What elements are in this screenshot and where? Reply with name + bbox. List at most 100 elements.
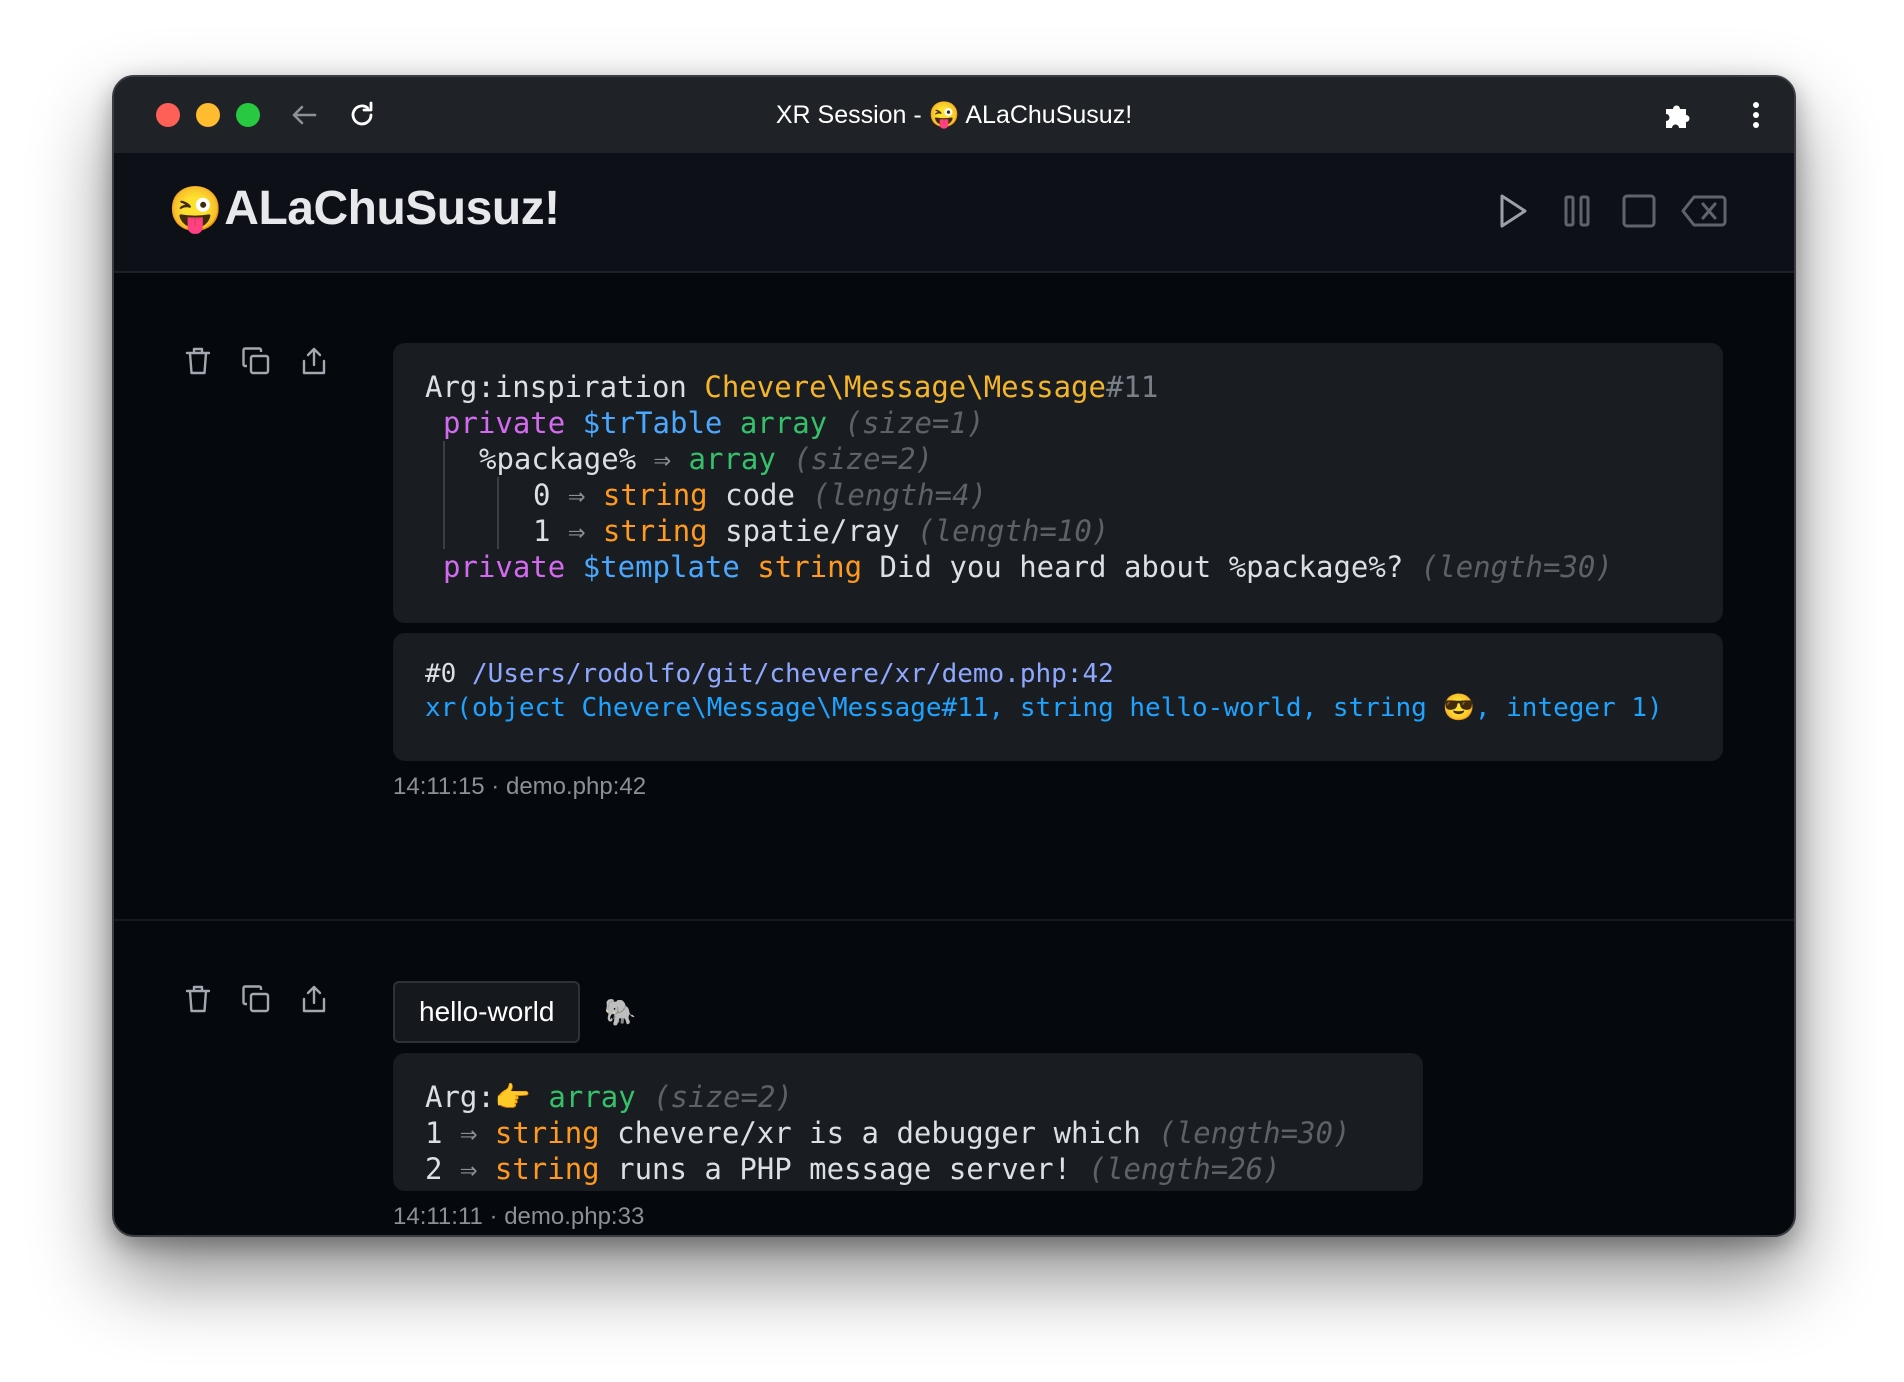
object-id: #11 — [1105, 370, 1159, 404]
meta-info: (length=30) — [1420, 550, 1613, 584]
topic-tag[interactable]: hello-world — [393, 981, 581, 1043]
dump-panel: Arg:inspiration Chevere\Message\Message#… — [393, 343, 1723, 623]
dump-line: 1 ⇒ string spatie/ray (length=10) — [425, 513, 1723, 549]
indent-guide — [497, 513, 499, 549]
dump-line: Arg:inspiration Chevere\Message\Message#… — [425, 369, 1723, 405]
class-name: Chevere\Message\Message — [704, 370, 1106, 404]
entry-actions — [180, 343, 332, 379]
trace-call-line: xr(object Chevere\Message\Message#11, st… — [425, 693, 1663, 723]
entry-meta: 14:11:11 · demo.php:33 — [393, 1203, 645, 1230]
title-bar: XR Session - 😜 ALaChuSusuz! — [114, 77, 1794, 153]
type-name: string — [494, 1152, 600, 1186]
indent-guide — [443, 513, 445, 549]
copy-icon — [242, 347, 270, 375]
clear-button[interactable] — [1676, 183, 1732, 239]
dump-line: private $trTable array (size=1) — [425, 405, 1723, 441]
meta-info: (length=26) — [1088, 1152, 1281, 1186]
more-menu-button[interactable] — [1736, 95, 1776, 135]
puzzle-icon — [1666, 105, 1690, 128]
array-key: 2 — [425, 1152, 443, 1186]
pause-button[interactable] — [1549, 183, 1605, 239]
share-icon — [302, 985, 326, 1013]
meta-info: (size=2) — [653, 1080, 793, 1114]
stop-button[interactable] — [1611, 183, 1667, 239]
value: chevere/xr is a debugger which — [617, 1116, 1141, 1150]
type-name: array — [688, 442, 776, 476]
type-name: array — [548, 1080, 636, 1114]
delete-button[interactable] — [180, 343, 216, 379]
arrow: ⇒ — [567, 514, 586, 548]
clear-icon — [1681, 195, 1727, 227]
file-path[interactable]: /Users/rodolfo/git/chevere/xr/demo.php:4… — [472, 659, 1114, 689]
play-button[interactable] — [1484, 183, 1540, 239]
trash-icon — [185, 985, 211, 1013]
meta-info: (length=30) — [1158, 1116, 1351, 1150]
stop-icon — [1622, 194, 1656, 228]
pointing-hand-icon: 👉 — [494, 1080, 531, 1114]
visibility: private — [443, 550, 566, 584]
message-entry: hello-world 🐘 Arg:👉 array (size=2) 1 ⇒ s… — [114, 921, 1794, 1235]
array-key: 1 — [425, 1116, 443, 1150]
copy-button[interactable] — [238, 981, 274, 1017]
type-name: string — [494, 1116, 600, 1150]
trace-frame-line: #0 /Users/rodolfo/git/chevere/xr/demo.ph… — [425, 657, 1723, 691]
copy-icon — [242, 985, 270, 1013]
type-name: string — [757, 550, 863, 584]
page-title: 😜 ALaChuSusuz! — [168, 181, 560, 236]
dump-panel: Arg:👉 array (size=2) 1 ⇒ string chevere/… — [393, 1053, 1423, 1191]
type-name: string — [602, 514, 708, 548]
window-title: XR Session - 😜 ALaChuSusuz! — [775, 100, 1133, 129]
dump-line: %package% ⇒ array (size=2) — [425, 441, 1723, 477]
trash-icon — [185, 347, 211, 375]
arrow: ⇒ — [459, 1152, 478, 1186]
type-name: string — [602, 478, 708, 512]
copy-button[interactable] — [238, 343, 274, 379]
meta-info: (size=2) — [793, 442, 934, 476]
meta-info: (length=10) — [917, 514, 1110, 548]
browser-window: XR Session - 😜 ALaChuSusuz! 😜 ALaChuSusu… — [112, 75, 1796, 1237]
entry-actions — [180, 981, 332, 1017]
delete-button[interactable] — [180, 981, 216, 1017]
property-name: $template — [582, 550, 740, 584]
indent-guide — [443, 441, 445, 477]
array-key: 1 — [533, 514, 551, 548]
dump-line: 0 ⇒ string code (length=4) — [425, 477, 1723, 513]
dump-line: 1 ⇒ string chevere/xr is a debugger whic… — [425, 1115, 1423, 1151]
arrow: ⇒ — [653, 442, 672, 476]
pause-icon — [1564, 195, 1590, 227]
meta-info: (length=4) — [812, 478, 988, 512]
array-key: 0 — [533, 478, 551, 512]
backtrace-panel: #0 /Users/rodolfo/git/chevere/xr/demo.ph… — [393, 633, 1723, 761]
arrow: ⇒ — [567, 478, 586, 512]
type-name: array — [739, 406, 828, 440]
elephant-icon: 🐘 — [604, 997, 637, 1027]
frame-number: #0 — [425, 659, 457, 689]
indent-guide — [497, 477, 499, 513]
dump-line: private $template string Did you heard a… — [425, 549, 1723, 585]
value: Did you heard about %package%? — [879, 550, 1404, 584]
dump-line: 2 ⇒ string runs a PHP message server! (l… — [425, 1151, 1423, 1187]
extensions-button[interactable] — [1658, 95, 1698, 135]
value: runs a PHP message server! — [617, 1152, 1072, 1186]
visibility: private — [443, 406, 566, 440]
entry-meta: 14:11:15 · demo.php:42 — [393, 773, 647, 800]
message-entry: Arg:inspiration Chevere\Message\Message#… — [114, 273, 1794, 921]
arrow: ⇒ — [459, 1116, 478, 1150]
meta-info: (size=1) — [844, 406, 985, 440]
indent-guide — [443, 477, 445, 513]
arg-label: Arg:inspiration — [425, 370, 687, 404]
export-button[interactable] — [296, 981, 332, 1017]
kebab-menu-icon — [1753, 102, 1759, 128]
export-button[interactable] — [296, 343, 332, 379]
dump-line: Arg:👉 array (size=2) — [425, 1079, 1423, 1115]
property-name: $trTable — [582, 406, 723, 440]
value: code — [725, 478, 795, 512]
play-icon — [1500, 194, 1527, 228]
arg-label: Arg: — [425, 1080, 495, 1114]
value: spatie/ray — [725, 514, 900, 548]
app-emoji: 😜 — [168, 184, 223, 234]
share-icon — [302, 347, 326, 375]
app-header: 😜 ALaChuSusuz! — [114, 153, 1794, 273]
array-key: %package% — [479, 442, 637, 476]
app-title-text: ALaChuSusuz! — [224, 182, 560, 235]
